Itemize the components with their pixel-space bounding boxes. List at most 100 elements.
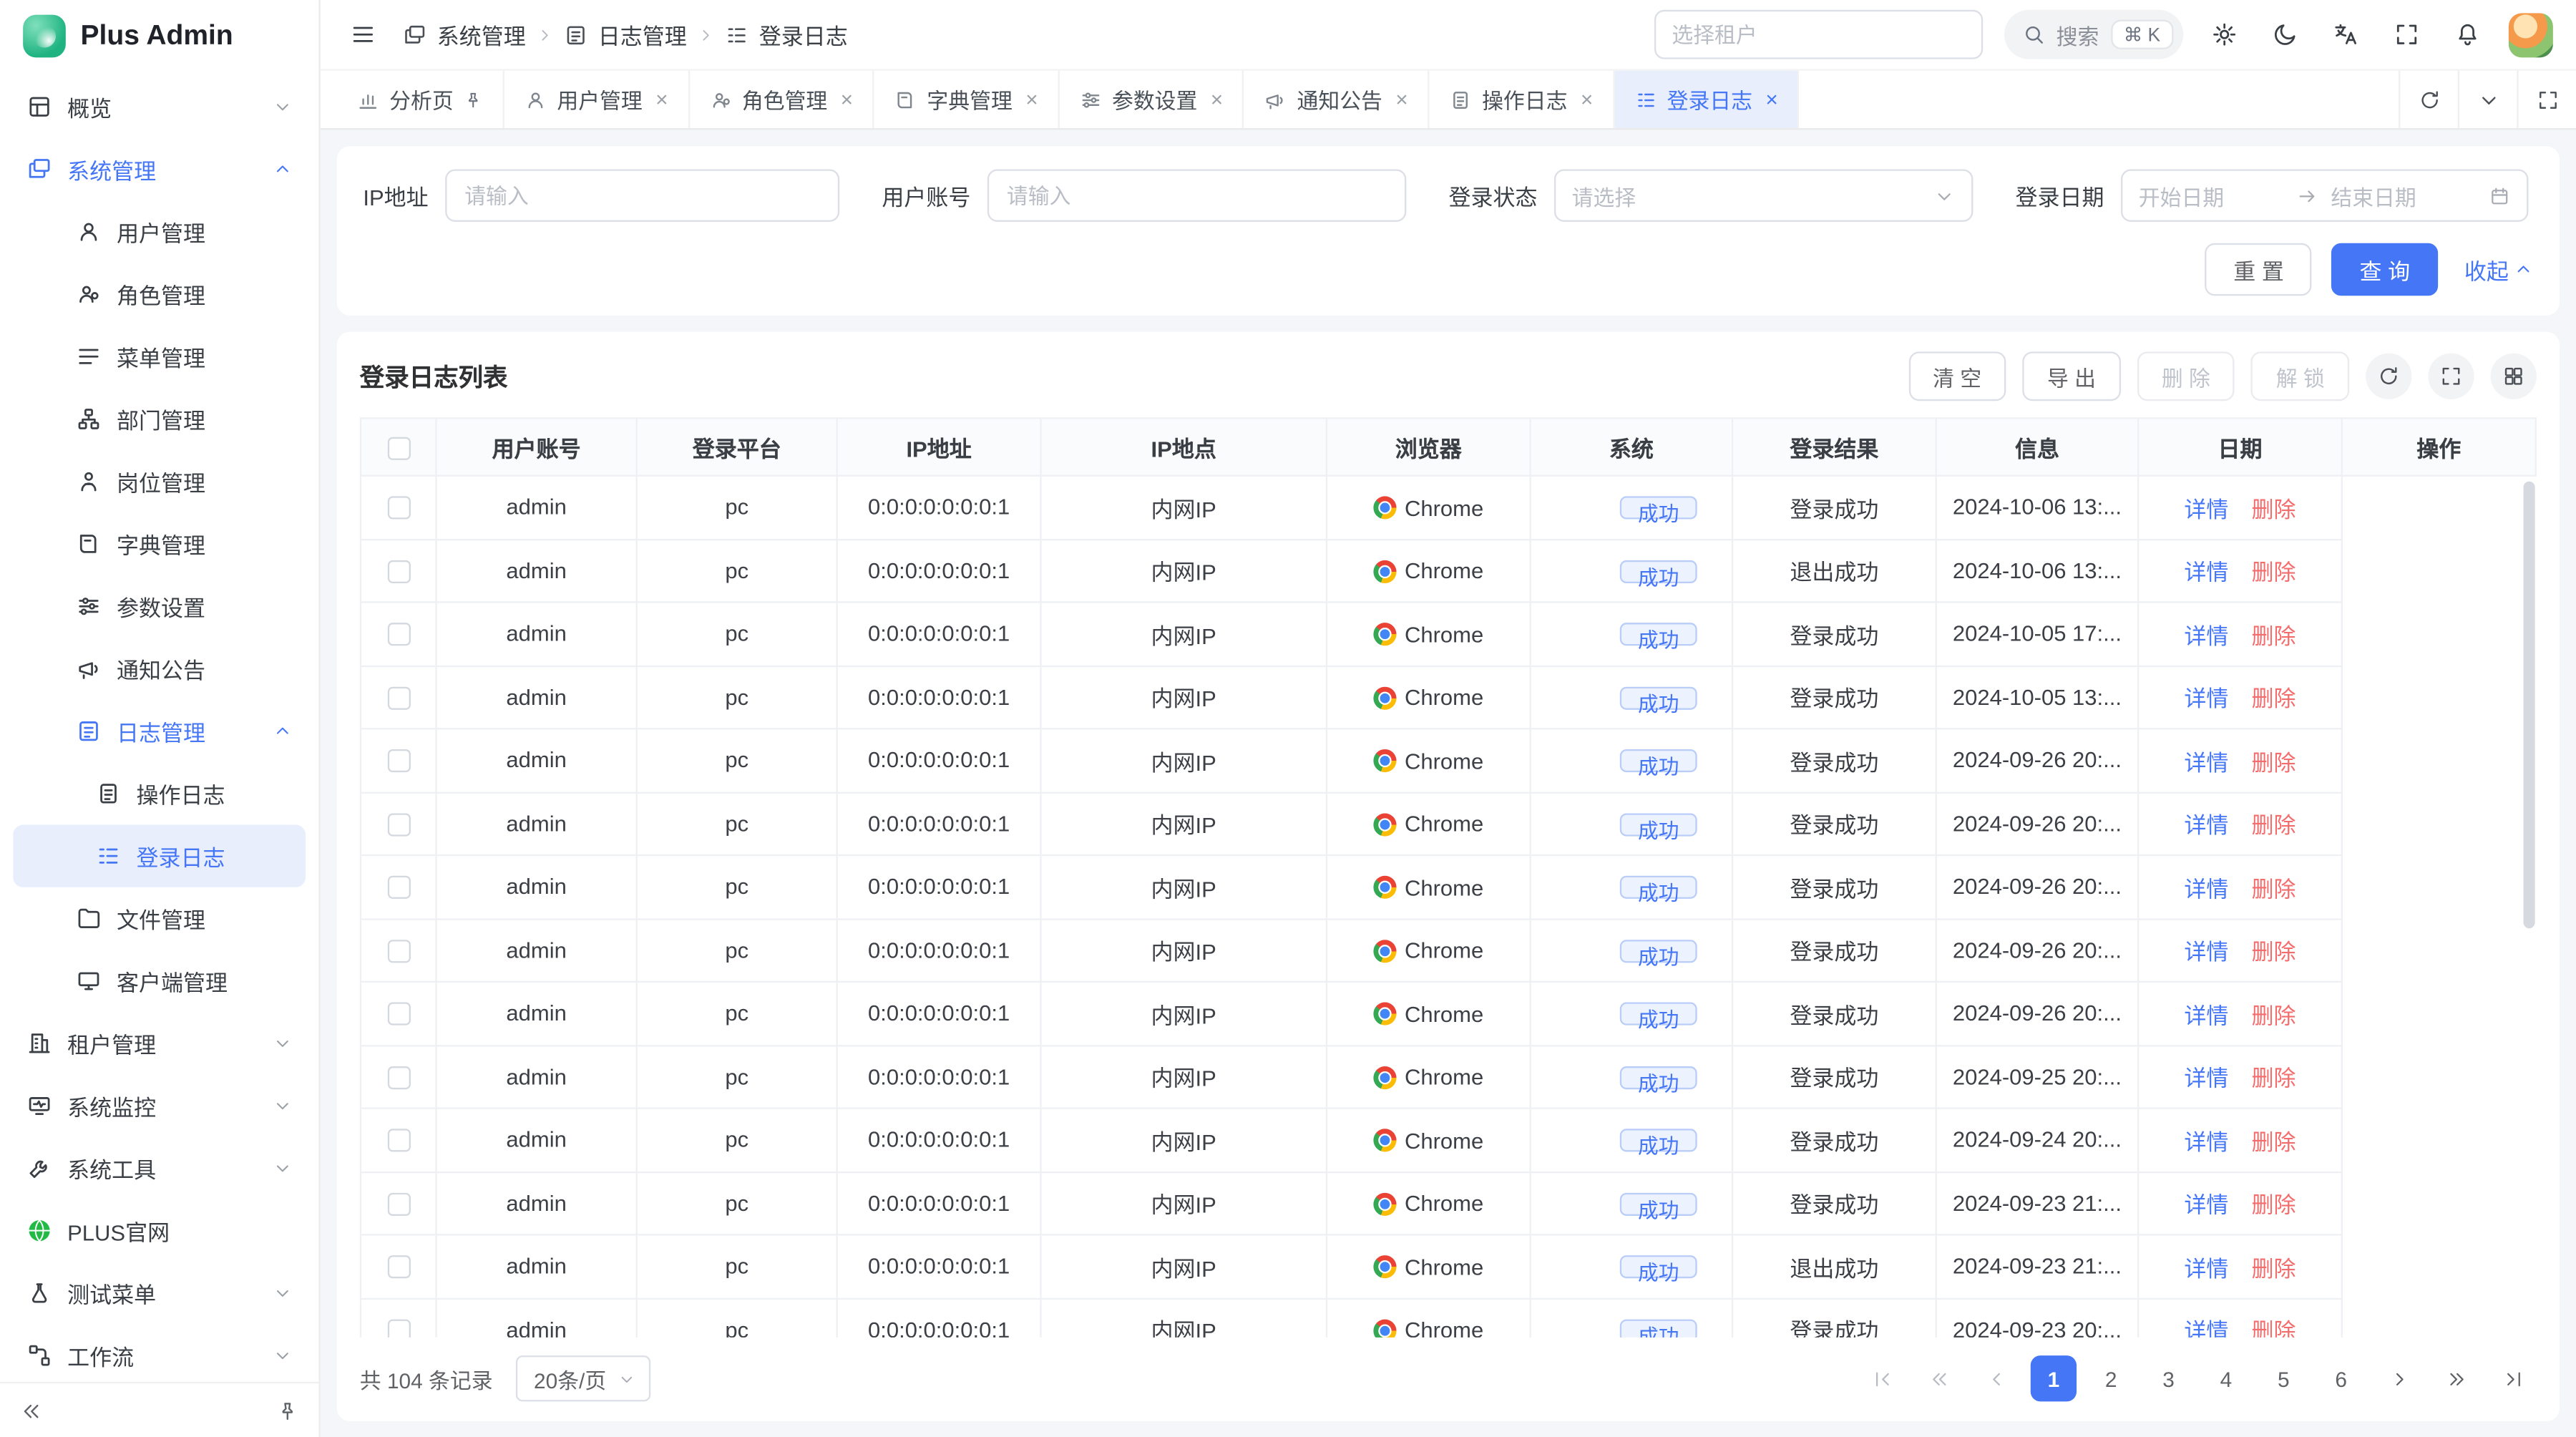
column-settings-button[interactable]: [2491, 354, 2537, 399]
row-checkbox[interactable]: [387, 813, 410, 836]
page-4-button[interactable]: 4: [2203, 1355, 2249, 1401]
next-page-button[interactable]: [2376, 1355, 2421, 1401]
global-search[interactable]: 搜索 ⌘ K: [2004, 10, 2183, 59]
detail-link[interactable]: 详情: [2184, 497, 2228, 522]
close-icon[interactable]: ×: [1395, 89, 1407, 110]
tenant-select-input[interactable]: [1654, 10, 1982, 59]
sidebar-item-overview[interactable]: 概览: [13, 76, 306, 138]
sidebar-item-workflow[interactable]: 工作流: [13, 1325, 306, 1387]
delete-button[interactable]: 删 除: [2137, 351, 2235, 401]
select-all-checkbox[interactable]: [387, 437, 410, 459]
refresh-table-button[interactable]: [2366, 354, 2411, 399]
delete-link[interactable]: 删除: [2252, 560, 2296, 585]
hamburger-icon[interactable]: [343, 15, 383, 54]
row-checkbox[interactable]: [387, 687, 410, 710]
tab-analysis[interactable]: 分析页: [337, 71, 504, 128]
row-checkbox[interactable]: [387, 1193, 410, 1216]
sidebar-item-param-settings[interactable]: 参数设置: [13, 575, 306, 638]
sidebar-item-system-tools[interactable]: 系统工具: [13, 1137, 306, 1199]
row-checkbox[interactable]: [387, 1066, 410, 1089]
delete-link[interactable]: 删除: [2252, 940, 2296, 965]
fullscreen-table-button[interactable]: [2428, 354, 2474, 399]
row-checkbox[interactable]: [387, 1003, 410, 1026]
delete-link[interactable]: 删除: [2252, 687, 2296, 711]
row-checkbox[interactable]: [387, 560, 410, 583]
delete-link[interactable]: 删除: [2252, 1003, 2296, 1028]
detail-link[interactable]: 详情: [2184, 1067, 2228, 1091]
delete-link[interactable]: 删除: [2252, 1067, 2296, 1091]
ip-input[interactable]: [445, 169, 839, 221]
row-checkbox[interactable]: [387, 497, 410, 520]
fullscreen-button[interactable]: [2387, 15, 2426, 54]
delete-link[interactable]: 删除: [2252, 1320, 2296, 1338]
delete-link[interactable]: 删除: [2252, 751, 2296, 775]
delete-link[interactable]: 删除: [2252, 1193, 2296, 1217]
page-size-select[interactable]: 20条/页: [516, 1355, 650, 1401]
tab-menu-button[interactable]: [2458, 71, 2517, 128]
tab-op-log[interactable]: 操作日志×: [1430, 71, 1615, 128]
breadcrumb-item-system-mgmt[interactable]: 系统管理: [403, 18, 526, 51]
sidebar-item-op-log[interactable]: 操作日志: [13, 762, 306, 824]
avatar[interactable]: [2509, 12, 2553, 57]
app-logo[interactable]: Plus Admin: [0, 0, 318, 72]
close-icon[interactable]: ×: [1025, 89, 1038, 110]
language-button[interactable]: [2326, 15, 2366, 54]
sidebar-item-post-mgmt[interactable]: 岗位管理: [13, 450, 306, 512]
detail-link[interactable]: 详情: [2184, 1130, 2228, 1154]
page-2-button[interactable]: 2: [2088, 1355, 2134, 1401]
delete-link[interactable]: 删除: [2252, 624, 2296, 648]
close-icon[interactable]: ×: [841, 89, 853, 110]
sidebar-item-plus-site[interactable]: PLUS官网: [13, 1199, 306, 1262]
dark-mode-button[interactable]: [2265, 15, 2305, 54]
sidebar-item-login-log[interactable]: 登录日志: [13, 825, 306, 887]
tab-notice[interactable]: 通知公告×: [1244, 71, 1430, 128]
detail-link[interactable]: 详情: [2184, 1003, 2228, 1028]
page-3-button[interactable]: 3: [2145, 1355, 2191, 1401]
sidebar-item-user-mgmt[interactable]: 用户管理: [13, 200, 306, 263]
export-button[interactable]: 导 出: [2023, 351, 2121, 401]
clear-button[interactable]: 清 空: [1908, 351, 2006, 401]
sidebar-item-file-mgmt[interactable]: 文件管理: [13, 887, 306, 950]
delete-link[interactable]: 删除: [2252, 814, 2296, 838]
detail-link[interactable]: 详情: [2184, 751, 2228, 775]
unlock-button[interactable]: 解 锁: [2251, 351, 2349, 401]
delete-link[interactable]: 删除: [2252, 1130, 2296, 1154]
delete-link[interactable]: 删除: [2252, 877, 2296, 901]
jump-back-button[interactable]: [1916, 1355, 1961, 1401]
sidebar-item-test-menu[interactable]: 测试菜单: [13, 1262, 306, 1324]
detail-link[interactable]: 详情: [2184, 877, 2228, 901]
reset-button[interactable]: 重 置: [2205, 243, 2312, 296]
sidebar-item-system-mgmt[interactable]: 系统管理: [13, 138, 306, 200]
table-scrollbar[interactable]: [2524, 482, 2535, 928]
last-page-button[interactable]: [2491, 1355, 2537, 1401]
prev-page-button[interactable]: [1973, 1355, 2019, 1401]
account-input[interactable]: [987, 169, 1405, 221]
refresh-tab-button[interactable]: [2399, 71, 2458, 128]
row-checkbox[interactable]: [387, 750, 410, 773]
delete-link[interactable]: 删除: [2252, 1257, 2296, 1281]
query-button[interactable]: 查 询: [2331, 243, 2438, 296]
detail-link[interactable]: 详情: [2184, 687, 2228, 711]
tab-param-settings[interactable]: 参数设置×: [1060, 71, 1245, 128]
sidebar-item-role-mgmt[interactable]: 角色管理: [13, 263, 306, 325]
settings-button[interactable]: [2205, 15, 2244, 54]
collapse-filter-link[interactable]: 收起: [2464, 253, 2533, 286]
close-icon[interactable]: ×: [1765, 89, 1777, 110]
breadcrumb-item-log-mgmt[interactable]: 日志管理: [564, 18, 687, 51]
tab-user-mgmt[interactable]: 用户管理×: [504, 71, 690, 128]
jump-forward-button[interactable]: [2433, 1355, 2479, 1401]
pin-sidebar-icon[interactable]: [276, 1399, 299, 1422]
row-checkbox[interactable]: [387, 940, 410, 963]
close-icon[interactable]: ×: [655, 89, 668, 110]
detail-link[interactable]: 详情: [2184, 1193, 2228, 1217]
collapse-sidebar-icon[interactable]: [20, 1399, 43, 1422]
detail-link[interactable]: 详情: [2184, 1257, 2228, 1281]
sidebar-item-client-mgmt[interactable]: 客户端管理: [13, 950, 306, 1012]
detail-link[interactable]: 详情: [2184, 814, 2228, 838]
sidebar-item-log-mgmt[interactable]: 日志管理: [13, 700, 306, 762]
row-checkbox[interactable]: [387, 877, 410, 900]
row-checkbox[interactable]: [387, 623, 410, 646]
breadcrumb-item-login-log[interactable]: 登录日志: [725, 18, 848, 51]
delete-link[interactable]: 删除: [2252, 497, 2296, 522]
sidebar-item-dict-mgmt[interactable]: 字典管理: [13, 512, 306, 575]
